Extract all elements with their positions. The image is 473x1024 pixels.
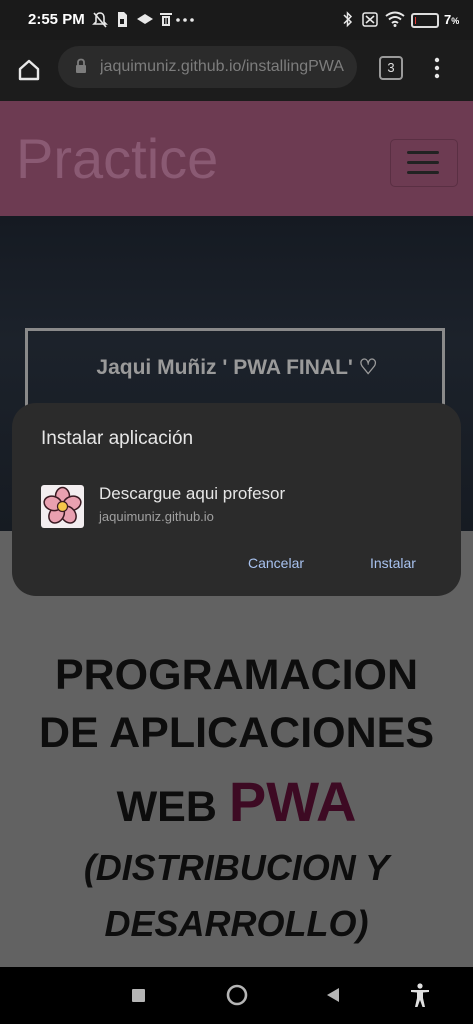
flower-app-icon	[41, 485, 84, 528]
sim-icon	[118, 12, 127, 27]
hero-title: Jaqui Muñiz ' PWA FINAL' ♡	[96, 356, 378, 379]
more-dots-icon	[176, 18, 194, 22]
battery-percent: 7%	[444, 12, 460, 27]
back-icon[interactable]	[325, 986, 341, 1004]
hamburger-line	[407, 171, 439, 174]
trash-icon	[160, 13, 172, 26]
battery-icon	[411, 13, 439, 28]
install-app-dialog: Instalar aplicación Descargue aqui profe…	[12, 403, 461, 596]
app-domain: jaquimuniz.github.io	[99, 509, 214, 524]
content-section: PROGRAMACION DE APLICACIONES WEB PWA (DI…	[0, 531, 473, 967]
nav-home-icon[interactable]	[226, 984, 248, 1006]
status-time: 2:55 PM	[28, 11, 85, 28]
app-name: Descargue aqui profesor	[99, 484, 286, 503]
dialog-title: Instalar aplicación	[41, 428, 194, 449]
cloud-icon	[137, 14, 153, 24]
headline-line-1: PROGRAMACION	[54, 651, 419, 699]
lock-icon	[76, 58, 86, 73]
silent-icon	[92, 12, 108, 28]
battery-level-fill	[415, 17, 416, 24]
hamburger-line	[407, 151, 439, 154]
site-navbar: Practice	[0, 101, 473, 216]
subheadline-line-1: (DISTRIBUCION Y	[83, 847, 390, 888]
recent-apps-icon[interactable]	[132, 989, 145, 1002]
url-text[interactable]: jaquimuniz.github.io/installingPWA	[100, 58, 350, 76]
subheadline-line-2: DESARROLLO)	[104, 903, 369, 944]
accessibility-icon[interactable]	[409, 982, 431, 1008]
tab-switcher-button[interactable]: 3	[379, 56, 403, 80]
headline-web: WEB	[116, 783, 229, 831]
flower-icon	[43, 486, 82, 524]
bluetooth-icon	[343, 11, 353, 28]
site-title[interactable]: Practice	[16, 126, 218, 191]
system-navigation-bar	[0, 967, 473, 1024]
home-icon[interactable]	[14, 55, 44, 85]
headline-line-3: WEB PWA	[0, 769, 473, 834]
hamburger-line	[407, 161, 439, 164]
install-button[interactable]: Instalar	[370, 555, 416, 571]
cancel-button[interactable]: Cancelar	[248, 555, 304, 571]
overflow-menu-icon[interactable]	[430, 56, 444, 80]
headline-pwa-accent: PWA	[228, 770, 357, 833]
no-sim-icon	[362, 12, 378, 27]
hamburger-menu-button[interactable]	[390, 139, 458, 187]
headline-line-2: DE APLICACIONES	[39, 709, 434, 757]
wifi-icon	[385, 11, 405, 27]
